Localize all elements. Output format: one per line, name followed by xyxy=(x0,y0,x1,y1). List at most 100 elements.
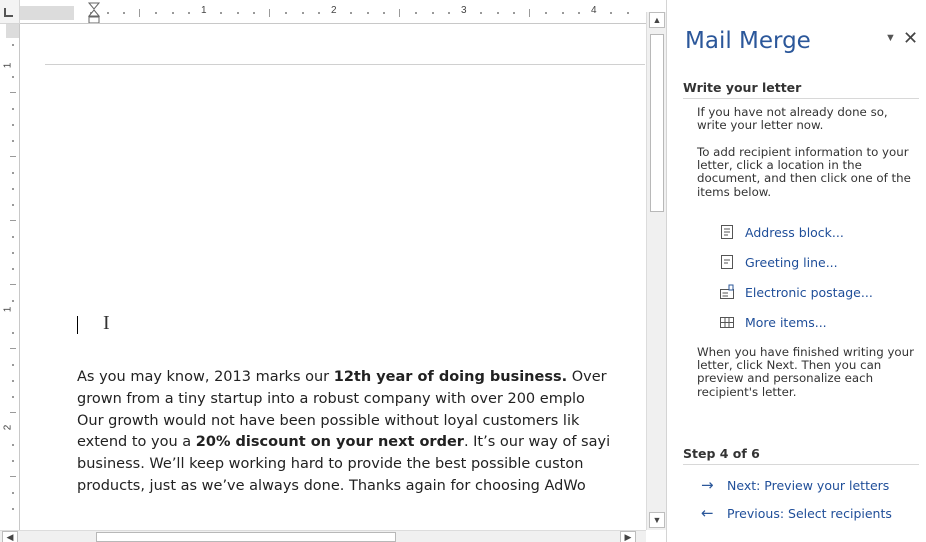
vertical-ruler-dot xyxy=(12,140,14,142)
next-preview-letters-link[interactable]: → Next: Preview your letters xyxy=(701,476,889,494)
horizontal-scrollbar[interactable]: ◀ ▶ xyxy=(0,530,646,542)
vertical-ruler-dot xyxy=(12,124,14,126)
ruler-dot xyxy=(545,12,548,14)
ruler-dot xyxy=(317,12,320,14)
vertical-ruler-dot xyxy=(12,252,14,254)
letter-body[interactable]: As you may know, 2013 marks our 12th yea… xyxy=(77,367,645,498)
ruler-dot xyxy=(252,12,255,14)
ruler-dot xyxy=(415,12,418,14)
text-run: . It’s our way of sayi xyxy=(463,434,611,451)
vertical-ruler-dot xyxy=(12,204,14,206)
arrow-right-icon: → xyxy=(701,476,714,494)
ruler-number: 4 xyxy=(591,5,597,16)
vertical-ruler-dot xyxy=(12,236,14,238)
vertical-ruler-dot xyxy=(12,508,14,510)
text-cursor xyxy=(77,316,78,334)
pane-title: Mail Merge xyxy=(685,28,811,54)
letter-line: Our growth would not have been possible … xyxy=(77,411,645,433)
previous-select-recipients-link[interactable]: ← Previous: Select recipients xyxy=(701,504,892,522)
vertical-ruler-dot xyxy=(12,268,14,270)
pane-options-icon[interactable]: ▼ xyxy=(885,32,896,44)
ruler-number: 1 xyxy=(201,5,207,16)
section-heading-write: Write your letter xyxy=(683,80,919,99)
instruction-text-2: To add recipient information to your let… xyxy=(697,145,911,199)
ruler-half-tick xyxy=(269,9,270,17)
electronic-postage-label: Electronic postage... xyxy=(745,284,873,300)
text-run: As you may know, 2013 marks our xyxy=(77,369,334,385)
ruler-dot xyxy=(496,12,499,14)
document-page[interactable]: I As you may know, 2013 marks our 12th y… xyxy=(21,25,645,530)
vertical-ruler-tick xyxy=(10,412,16,413)
letter-line: As you may know, 2013 marks our 12th yea… xyxy=(77,367,645,389)
scroll-right-arrow-icon[interactable]: ▶ xyxy=(620,531,636,542)
vertical-ruler-dot xyxy=(12,108,14,110)
close-icon[interactable]: ✕ xyxy=(903,28,918,49)
greeting-line-link[interactable]: Greeting line... xyxy=(719,254,838,270)
vertical-ruler-tick xyxy=(10,284,16,285)
ruler-dot xyxy=(171,12,174,14)
instruction-text-3: When you have finished writing your lett… xyxy=(697,345,914,399)
text-run: grown from a tiny startup into a robust … xyxy=(77,390,585,407)
step-indicator: Step 4 of 6 xyxy=(683,446,919,465)
greeting-line-icon xyxy=(719,254,735,270)
vertical-ruler-tick xyxy=(10,156,16,157)
vertical-ruler-number: 2 xyxy=(2,424,14,431)
tab-selector[interactable] xyxy=(0,0,20,24)
ruler-dot xyxy=(447,12,450,14)
ruler-dot xyxy=(610,12,613,14)
address-block-link[interactable]: Address block... xyxy=(719,224,844,240)
more-items-link[interactable]: More items... xyxy=(719,314,827,330)
vertical-ruler-dot xyxy=(12,396,14,398)
electronic-postage-link[interactable]: Electronic postage... xyxy=(719,284,873,300)
horizontal-scroll-thumb[interactable] xyxy=(96,532,396,542)
vertical-ruler-dot xyxy=(12,300,14,302)
indent-marker-icon[interactable] xyxy=(88,2,100,24)
vertical-ruler-dot xyxy=(12,380,14,382)
ruler-half-tick xyxy=(399,9,400,17)
greeting-line-label: Greeting line... xyxy=(745,254,838,270)
text-run: extend to you a xyxy=(77,434,196,451)
ruler-left-margin xyxy=(20,6,74,20)
electronic-postage-icon xyxy=(719,284,735,300)
vertical-ruler-dot xyxy=(12,364,14,366)
vertical-ruler-dot xyxy=(12,444,14,446)
ruler-top-margin xyxy=(6,24,19,38)
ruler-dot xyxy=(285,12,288,14)
ruler-dot xyxy=(366,12,369,14)
horizontal-ruler[interactable]: 1 2 3 4 xyxy=(20,0,646,24)
vertical-ruler-dot xyxy=(12,76,14,78)
ruler-half-tick xyxy=(529,9,530,17)
text-run: business. We’ll keep working hard to pro… xyxy=(77,456,584,473)
vertical-ruler-dot xyxy=(12,460,14,462)
ruler-dot xyxy=(301,12,304,14)
vertical-scrollbar[interactable]: ▲ ▼ xyxy=(646,12,666,530)
text-run: products, just as we’ve always done. Tha… xyxy=(77,477,586,494)
vertical-ruler-tick xyxy=(10,348,16,349)
ruler-dot xyxy=(187,12,190,14)
letter-line: products, just as we’ve always done. Tha… xyxy=(77,476,645,498)
scroll-up-arrow-icon[interactable]: ▲ xyxy=(649,12,665,28)
bold-text: 20% discount on your next order xyxy=(195,434,464,451)
ruler-dot xyxy=(382,12,385,14)
vertical-ruler[interactable]: 1 1 2 xyxy=(0,24,20,530)
scroll-down-arrow-icon[interactable]: ▼ xyxy=(649,512,665,528)
ruler-number: 2 xyxy=(331,5,337,16)
letter-line: grown from a tiny startup into a robust … xyxy=(77,389,645,411)
address-block-label: Address block... xyxy=(745,224,844,240)
ruler-dot xyxy=(480,12,483,14)
ibeam-cursor-icon: I xyxy=(103,312,110,334)
ruler-text-band xyxy=(74,6,646,20)
ruler-dot xyxy=(122,12,125,14)
more-items-icon xyxy=(719,314,735,330)
vertical-ruler-dot xyxy=(12,492,14,494)
mail-merge-pane: Mail Merge ▼ ✕ Write your letter If you … xyxy=(666,0,926,542)
text-run: Our growth would not have been possible … xyxy=(77,412,580,429)
instruction-text-1: If you have not already done so, write y… xyxy=(697,105,888,133)
scroll-left-arrow-icon[interactable]: ◀ xyxy=(2,531,18,542)
vertical-scroll-thumb[interactable] xyxy=(650,34,664,212)
page-margin-guide xyxy=(45,64,645,65)
vertical-ruler-tick xyxy=(10,92,16,93)
vertical-ruler-tick xyxy=(10,220,16,221)
ruler-dot xyxy=(626,12,629,14)
vertical-ruler-tick xyxy=(10,476,16,477)
